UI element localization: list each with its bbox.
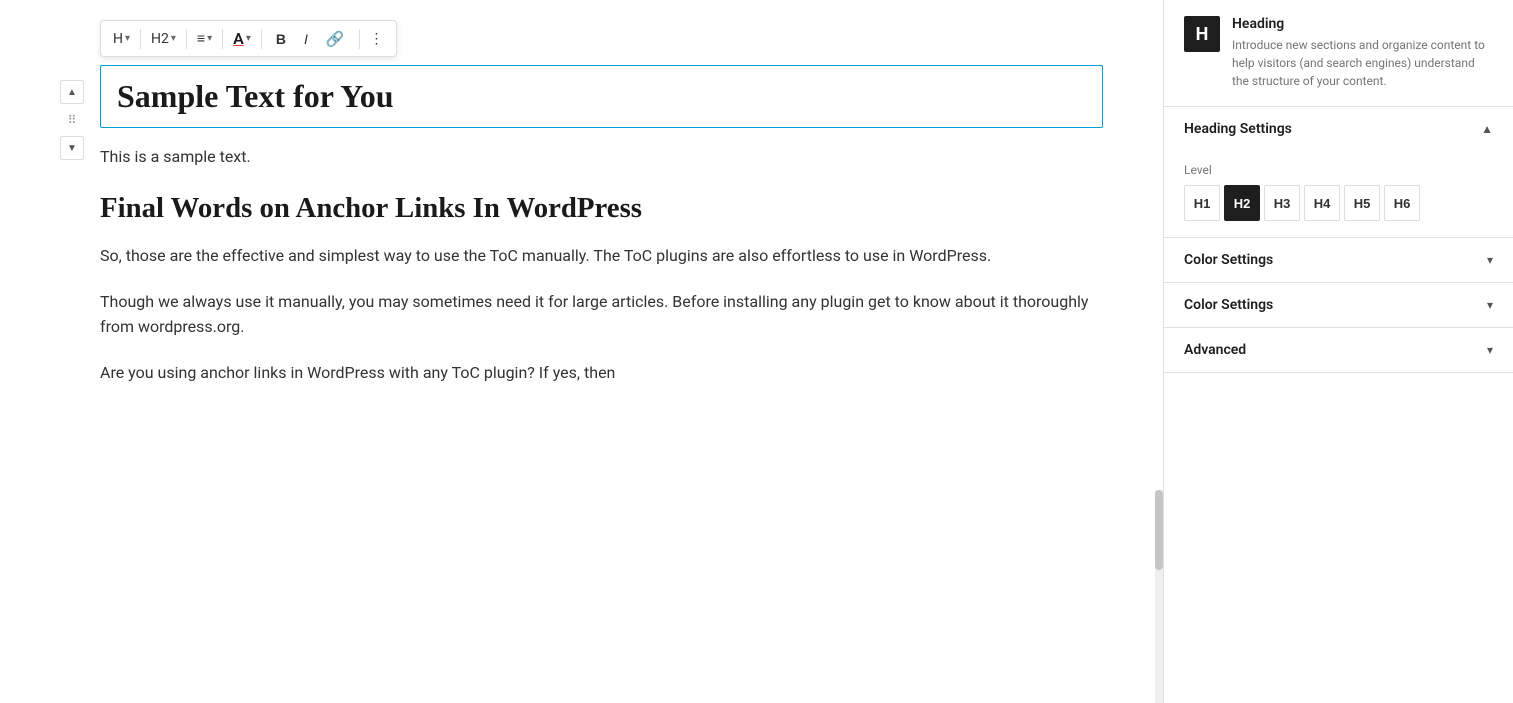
- bold-label: B: [276, 31, 286, 47]
- block-title: Heading: [1232, 16, 1493, 32]
- heading-settings-content: Level H1 H2 H3 H4 H5 H6: [1164, 151, 1513, 237]
- advanced-title: Advanced: [1184, 342, 1246, 358]
- drag-handle[interactable]: ⠿: [60, 108, 84, 132]
- move-up-button[interactable]: ▲: [60, 80, 84, 104]
- link-button[interactable]: 🔗: [318, 26, 353, 52]
- heading-settings-title: Heading Settings: [1184, 121, 1292, 137]
- level-label: Level: [1184, 163, 1493, 177]
- toolbar-divider-1: [140, 29, 141, 49]
- heading-type-dropdown[interactable]: H ▾: [109, 27, 134, 51]
- toolbar-divider-4: [261, 29, 262, 49]
- paragraph-4: Are you using anchor links in WordPress …: [100, 360, 1103, 386]
- toolbar-divider-2: [186, 29, 187, 49]
- color-settings-1-title: Color Settings: [1184, 252, 1273, 268]
- editor-area[interactable]: ▲ ⠿ ▼ H ▾ H2 ▾ ≡ ▾ A ▾ B I 🔗: [0, 0, 1163, 703]
- heading-size-dropdown[interactable]: H2 ▾: [147, 27, 180, 51]
- color-dropdown[interactable]: A ▾: [229, 25, 255, 52]
- link-icon: 🔗: [326, 30, 345, 48]
- heading-type-chevron: ▾: [125, 33, 130, 44]
- heading-type-label: H: [113, 31, 123, 47]
- color-chevron: ▾: [246, 33, 251, 44]
- heading-block[interactable]: Sample Text for You: [100, 65, 1103, 128]
- block-description: Introduce new sections and organize cont…: [1232, 36, 1493, 90]
- heading-size-chevron: ▾: [171, 33, 176, 44]
- level-h2-button[interactable]: H2: [1224, 185, 1260, 221]
- sidebar: H Heading Introduce new sections and org…: [1163, 0, 1513, 703]
- toolbar-divider-3: [222, 29, 223, 49]
- advanced-section: Advanced ▾: [1164, 328, 1513, 373]
- italic-button[interactable]: I: [296, 27, 316, 51]
- paragraph-1: This is a sample text.: [100, 144, 1103, 170]
- color-settings-2-chevron: ▾: [1487, 298, 1493, 312]
- align-chevron: ▾: [207, 33, 212, 44]
- level-h1-button[interactable]: H1: [1184, 185, 1220, 221]
- align-dropdown[interactable]: ≡ ▾: [193, 26, 216, 51]
- block-icon-letter: H: [1196, 24, 1209, 45]
- block-toolbar: H ▾ H2 ▾ ≡ ▾ A ▾ B I 🔗 ⋮: [100, 20, 397, 57]
- paragraph-3: Though we always use it manually, you ma…: [100, 289, 1103, 340]
- block-info-text: Heading Introduce new sections and organ…: [1232, 16, 1493, 90]
- italic-label: I: [304, 31, 308, 47]
- heading-settings-section: Heading Settings ▲ Level H1 H2 H3 H4 H5 …: [1164, 107, 1513, 238]
- paragraph-2: So, those are the effective and simplest…: [100, 243, 1103, 269]
- block-info: H Heading Introduce new sections and org…: [1164, 0, 1513, 107]
- color-settings-1-header[interactable]: Color Settings ▾: [1164, 238, 1513, 282]
- color-settings-2-title: Color Settings: [1184, 297, 1273, 313]
- more-options-icon: ⋮: [370, 31, 384, 47]
- move-down-button[interactable]: ▼: [60, 136, 84, 160]
- color-settings-1-chevron: ▾: [1487, 253, 1493, 267]
- scrollbar-track[interactable]: [1155, 490, 1163, 703]
- level-h4-button[interactable]: H4: [1304, 185, 1340, 221]
- align-label: ≡: [197, 30, 205, 47]
- heading-settings-chevron: ▲: [1481, 122, 1493, 136]
- bold-button[interactable]: B: [268, 27, 294, 51]
- color-settings-2-section: Color Settings ▾: [1164, 283, 1513, 328]
- level-h3-button[interactable]: H3: [1264, 185, 1300, 221]
- heading-text[interactable]: Sample Text for You: [117, 78, 1086, 115]
- color-label: A: [233, 29, 244, 48]
- advanced-header[interactable]: Advanced ▾: [1164, 328, 1513, 372]
- level-h5-button[interactable]: H5: [1344, 185, 1380, 221]
- block-icon: H: [1184, 16, 1220, 52]
- level-buttons: H1 H2 H3 H4 H5 H6: [1184, 185, 1493, 221]
- more-options-dropdown[interactable]: ⋮: [366, 27, 388, 51]
- advanced-chevron: ▾: [1487, 343, 1493, 357]
- heading-size-label: H2: [151, 31, 169, 47]
- scrollbar-thumb[interactable]: [1155, 490, 1163, 570]
- level-h6-button[interactable]: H6: [1384, 185, 1420, 221]
- section-heading: Final Words on Anchor Links In WordPress: [100, 190, 1103, 227]
- color-settings-1-section: Color Settings ▾: [1164, 238, 1513, 283]
- color-settings-2-header[interactable]: Color Settings ▾: [1164, 283, 1513, 327]
- content-area: This is a sample text. Final Words on An…: [100, 144, 1103, 385]
- block-controls: ▲ ⠿ ▼: [60, 80, 84, 160]
- heading-settings-header[interactable]: Heading Settings ▲: [1164, 107, 1513, 151]
- toolbar-divider-5: [359, 29, 360, 49]
